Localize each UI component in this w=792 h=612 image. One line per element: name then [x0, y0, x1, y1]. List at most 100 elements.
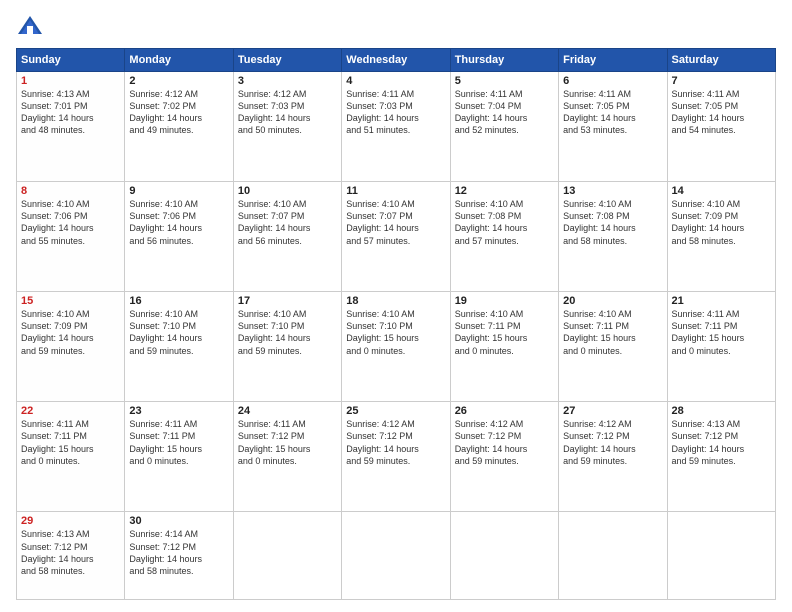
- day-info: Sunrise: 4:12 AM Sunset: 7:12 PM Dayligh…: [455, 418, 554, 467]
- day-cell: 10Sunrise: 4:10 AM Sunset: 7:07 PM Dayli…: [233, 182, 341, 292]
- day-info: Sunrise: 4:11 AM Sunset: 7:11 PM Dayligh…: [672, 308, 771, 357]
- week-row-2: 8Sunrise: 4:10 AM Sunset: 7:06 PM Daylig…: [17, 182, 776, 292]
- day-cell: [559, 512, 667, 600]
- day-number: 10: [238, 185, 337, 197]
- day-cell: 27Sunrise: 4:12 AM Sunset: 7:12 PM Dayli…: [559, 402, 667, 512]
- day-number: 30: [129, 515, 228, 527]
- day-info: Sunrise: 4:10 AM Sunset: 7:07 PM Dayligh…: [346, 198, 445, 247]
- weekday-header-friday: Friday: [559, 49, 667, 72]
- week-row-1: 1Sunrise: 4:13 AM Sunset: 7:01 PM Daylig…: [17, 72, 776, 182]
- day-number: 22: [21, 405, 120, 417]
- day-cell: 1Sunrise: 4:13 AM Sunset: 7:01 PM Daylig…: [17, 72, 125, 182]
- day-cell: 4Sunrise: 4:11 AM Sunset: 7:03 PM Daylig…: [342, 72, 450, 182]
- day-number: 5: [455, 75, 554, 87]
- day-cell: 23Sunrise: 4:11 AM Sunset: 7:11 PM Dayli…: [125, 402, 233, 512]
- day-info: Sunrise: 4:11 AM Sunset: 7:11 PM Dayligh…: [21, 418, 120, 467]
- logo-icon: [16, 12, 44, 40]
- day-cell: 2Sunrise: 4:12 AM Sunset: 7:02 PM Daylig…: [125, 72, 233, 182]
- day-number: 25: [346, 405, 445, 417]
- day-info: Sunrise: 4:11 AM Sunset: 7:05 PM Dayligh…: [563, 88, 662, 137]
- day-info: Sunrise: 4:11 AM Sunset: 7:03 PM Dayligh…: [346, 88, 445, 137]
- day-number: 2: [129, 75, 228, 87]
- day-number: 23: [129, 405, 228, 417]
- day-cell: 22Sunrise: 4:11 AM Sunset: 7:11 PM Dayli…: [17, 402, 125, 512]
- day-cell: 24Sunrise: 4:11 AM Sunset: 7:12 PM Dayli…: [233, 402, 341, 512]
- day-info: Sunrise: 4:11 AM Sunset: 7:11 PM Dayligh…: [129, 418, 228, 467]
- day-cell: 17Sunrise: 4:10 AM Sunset: 7:10 PM Dayli…: [233, 292, 341, 402]
- week-row-3: 15Sunrise: 4:10 AM Sunset: 7:09 PM Dayli…: [17, 292, 776, 402]
- day-info: Sunrise: 4:13 AM Sunset: 7:12 PM Dayligh…: [672, 418, 771, 467]
- day-info: Sunrise: 4:10 AM Sunset: 7:07 PM Dayligh…: [238, 198, 337, 247]
- day-info: Sunrise: 4:12 AM Sunset: 7:02 PM Dayligh…: [129, 88, 228, 137]
- day-number: 19: [455, 295, 554, 307]
- day-cell: 25Sunrise: 4:12 AM Sunset: 7:12 PM Dayli…: [342, 402, 450, 512]
- day-info: Sunrise: 4:13 AM Sunset: 7:01 PM Dayligh…: [21, 88, 120, 137]
- weekday-header-tuesday: Tuesday: [233, 49, 341, 72]
- day-number: 7: [672, 75, 771, 87]
- day-cell: 21Sunrise: 4:11 AM Sunset: 7:11 PM Dayli…: [667, 292, 775, 402]
- day-number: 17: [238, 295, 337, 307]
- day-info: Sunrise: 4:13 AM Sunset: 7:12 PM Dayligh…: [21, 528, 120, 577]
- day-cell: 5Sunrise: 4:11 AM Sunset: 7:04 PM Daylig…: [450, 72, 558, 182]
- day-cell: 14Sunrise: 4:10 AM Sunset: 7:09 PM Dayli…: [667, 182, 775, 292]
- day-number: 9: [129, 185, 228, 197]
- day-number: 1: [21, 75, 120, 87]
- weekday-header-sunday: Sunday: [17, 49, 125, 72]
- day-info: Sunrise: 4:10 AM Sunset: 7:09 PM Dayligh…: [672, 198, 771, 247]
- week-row-4: 22Sunrise: 4:11 AM Sunset: 7:11 PM Dayli…: [17, 402, 776, 512]
- day-number: 21: [672, 295, 771, 307]
- day-number: 8: [21, 185, 120, 197]
- day-cell: 30Sunrise: 4:14 AM Sunset: 7:12 PM Dayli…: [125, 512, 233, 600]
- calendar-table: SundayMondayTuesdayWednesdayThursdayFrid…: [16, 48, 776, 600]
- day-cell: 20Sunrise: 4:10 AM Sunset: 7:11 PM Dayli…: [559, 292, 667, 402]
- week-row-5: 29Sunrise: 4:13 AM Sunset: 7:12 PM Dayli…: [17, 512, 776, 600]
- day-info: Sunrise: 4:10 AM Sunset: 7:11 PM Dayligh…: [455, 308, 554, 357]
- day-cell: [667, 512, 775, 600]
- header: [16, 12, 776, 40]
- day-cell: 9Sunrise: 4:10 AM Sunset: 7:06 PM Daylig…: [125, 182, 233, 292]
- day-info: Sunrise: 4:12 AM Sunset: 7:12 PM Dayligh…: [346, 418, 445, 467]
- day-cell: 13Sunrise: 4:10 AM Sunset: 7:08 PM Dayli…: [559, 182, 667, 292]
- day-number: 15: [21, 295, 120, 307]
- day-number: 27: [563, 405, 662, 417]
- day-info: Sunrise: 4:10 AM Sunset: 7:10 PM Dayligh…: [346, 308, 445, 357]
- day-cell: 18Sunrise: 4:10 AM Sunset: 7:10 PM Dayli…: [342, 292, 450, 402]
- day-cell: 29Sunrise: 4:13 AM Sunset: 7:12 PM Dayli…: [17, 512, 125, 600]
- day-info: Sunrise: 4:12 AM Sunset: 7:03 PM Dayligh…: [238, 88, 337, 137]
- day-number: 18: [346, 295, 445, 307]
- day-cell: [450, 512, 558, 600]
- day-cell: 16Sunrise: 4:10 AM Sunset: 7:10 PM Dayli…: [125, 292, 233, 402]
- day-number: 13: [563, 185, 662, 197]
- day-number: 4: [346, 75, 445, 87]
- day-info: Sunrise: 4:10 AM Sunset: 7:11 PM Dayligh…: [563, 308, 662, 357]
- day-info: Sunrise: 4:10 AM Sunset: 7:08 PM Dayligh…: [563, 198, 662, 247]
- day-info: Sunrise: 4:10 AM Sunset: 7:10 PM Dayligh…: [129, 308, 228, 357]
- day-number: 11: [346, 185, 445, 197]
- day-info: Sunrise: 4:10 AM Sunset: 7:06 PM Dayligh…: [21, 198, 120, 247]
- day-cell: 19Sunrise: 4:10 AM Sunset: 7:11 PM Dayli…: [450, 292, 558, 402]
- weekday-header-saturday: Saturday: [667, 49, 775, 72]
- day-info: Sunrise: 4:10 AM Sunset: 7:09 PM Dayligh…: [21, 308, 120, 357]
- day-cell: [342, 512, 450, 600]
- day-number: 3: [238, 75, 337, 87]
- day-cell: 12Sunrise: 4:10 AM Sunset: 7:08 PM Dayli…: [450, 182, 558, 292]
- day-number: 24: [238, 405, 337, 417]
- day-cell: 28Sunrise: 4:13 AM Sunset: 7:12 PM Dayli…: [667, 402, 775, 512]
- day-cell: 15Sunrise: 4:10 AM Sunset: 7:09 PM Dayli…: [17, 292, 125, 402]
- day-info: Sunrise: 4:10 AM Sunset: 7:06 PM Dayligh…: [129, 198, 228, 247]
- day-cell: 3Sunrise: 4:12 AM Sunset: 7:03 PM Daylig…: [233, 72, 341, 182]
- day-info: Sunrise: 4:10 AM Sunset: 7:08 PM Dayligh…: [455, 198, 554, 247]
- day-cell: 26Sunrise: 4:12 AM Sunset: 7:12 PM Dayli…: [450, 402, 558, 512]
- logo: [16, 12, 48, 40]
- day-info: Sunrise: 4:12 AM Sunset: 7:12 PM Dayligh…: [563, 418, 662, 467]
- day-number: 20: [563, 295, 662, 307]
- day-cell: [233, 512, 341, 600]
- day-number: 29: [21, 515, 120, 527]
- day-cell: 11Sunrise: 4:10 AM Sunset: 7:07 PM Dayli…: [342, 182, 450, 292]
- day-info: Sunrise: 4:11 AM Sunset: 7:04 PM Dayligh…: [455, 88, 554, 137]
- day-info: Sunrise: 4:11 AM Sunset: 7:12 PM Dayligh…: [238, 418, 337, 467]
- weekday-header-row: SundayMondayTuesdayWednesdayThursdayFrid…: [17, 49, 776, 72]
- weekday-header-wednesday: Wednesday: [342, 49, 450, 72]
- day-info: Sunrise: 4:14 AM Sunset: 7:12 PM Dayligh…: [129, 528, 228, 577]
- day-cell: 8Sunrise: 4:10 AM Sunset: 7:06 PM Daylig…: [17, 182, 125, 292]
